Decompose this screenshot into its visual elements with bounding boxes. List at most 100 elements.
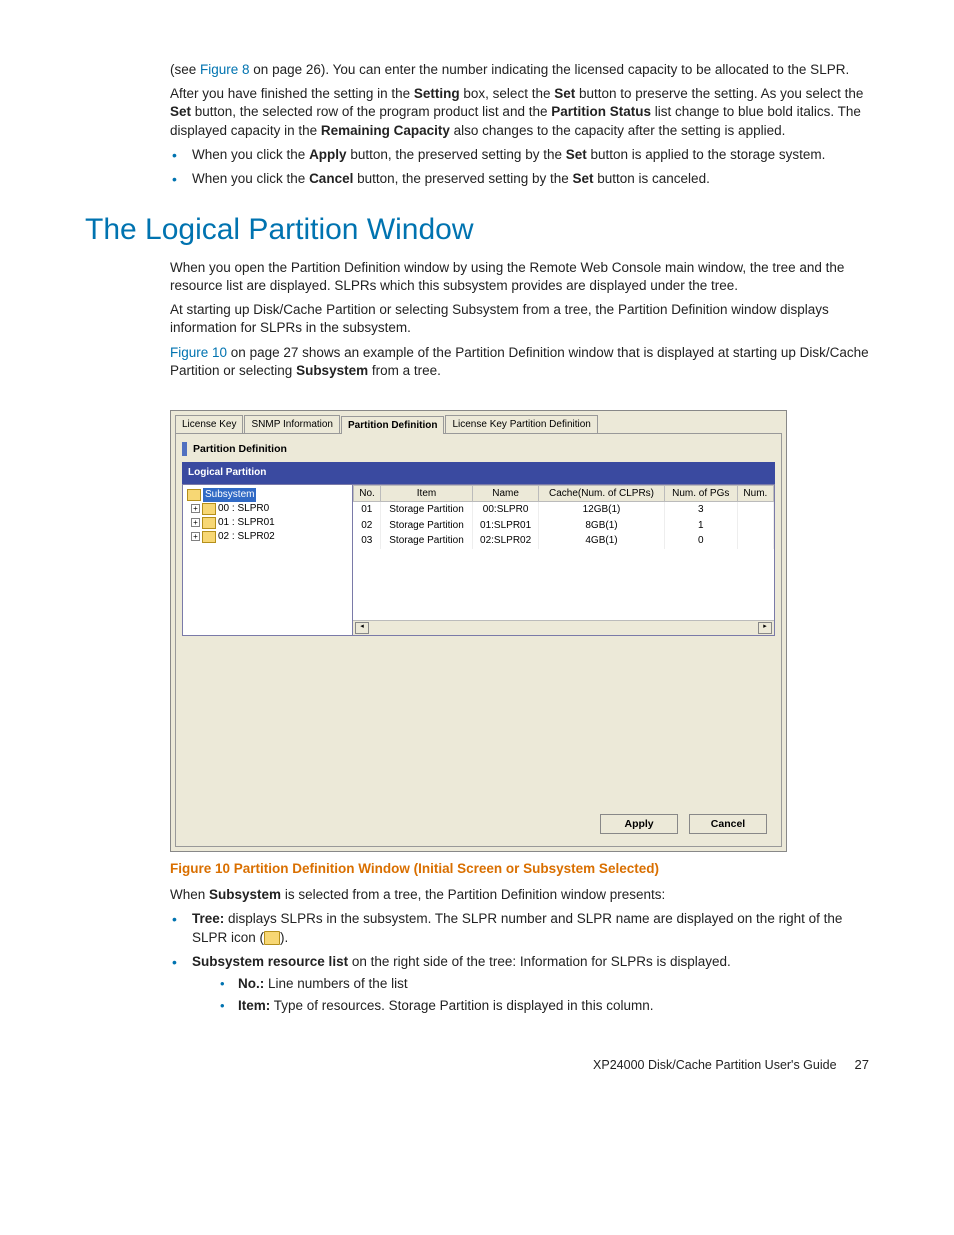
bold-set: Set [566,147,587,162]
text: button to preserve the setting. As you s… [575,86,863,101]
sub-bullet-list: No.: Line numbers of the list Item: Type… [220,975,869,1015]
para-4: When Subsystem is selected from a tree, … [170,886,869,904]
text: Type of resources. Storage Partition is … [270,998,653,1013]
bold-cancel: Cancel [309,171,353,186]
col-name[interactable]: Name [472,485,538,502]
cell: 02 [354,518,381,534]
text: button, the selected row of the program … [191,104,551,119]
expand-icon[interactable]: + [191,504,200,513]
text: on page 27 shows an example of the Parti… [170,345,869,378]
cell: 8GB(1) [539,518,665,534]
page-number: 27 [855,1056,869,1074]
text: on page 26). You can enter the number in… [250,62,850,77]
tree-node-0[interactable]: + 00 : SLPR0 [187,502,348,516]
text: button is applied to the storage system. [587,147,826,162]
tree-node-2[interactable]: + 02 : SLPR02 [187,530,348,544]
bullet-cancel: When you click the Cancel button, the pr… [170,170,869,188]
scroll-right-icon[interactable]: ▸ [758,622,772,634]
bullet-tree: Tree: displays SLPRs in the subsystem. T… [170,910,869,946]
cancel-button[interactable]: Cancel [689,814,767,834]
tab-license-key[interactable]: License Key [175,415,243,433]
tree-node-label: 02 : SLPR02 [218,530,275,544]
bullet-apply: When you click the Apply button, the pre… [170,146,869,164]
bold-no: No.: [238,976,264,991]
table-row[interactable]: 01 Storage Partition 00:SLPR0 12GB(1) 3 [354,502,774,518]
table-row[interactable]: 03 Storage Partition 02:SLPR02 4GB(1) 0 [354,533,774,549]
scroll-left-icon[interactable]: ◂ [355,622,369,634]
tree-node-label: 00 : SLPR0 [218,502,269,516]
bold-partition-status: Partition Status [551,104,651,119]
link-figure-8[interactable]: Figure 8 [200,62,250,77]
text: button is canceled. [594,171,710,186]
col-item[interactable]: Item [381,485,473,502]
button-row: Apply Cancel [182,806,775,836]
bold-srl: Subsystem resource list [192,954,348,969]
apply-button[interactable]: Apply [600,814,678,834]
tree-node-label: 01 : SLPR01 [218,516,275,530]
tree-root-label: Subsystem [203,488,256,502]
cell [737,533,773,549]
text: After you have finished the setting in t… [170,86,414,101]
col-no[interactable]: No. [354,485,381,502]
tabs-row: License Key SNMP Information Partition D… [171,411,786,433]
logical-partition-body: Subsystem + 00 : SLPR0 + 01 : SLPR01 + [182,484,775,636]
bullet-list-bottom: Tree: displays SLPRs in the subsystem. T… [170,910,869,1015]
text: on the right side of the tree: Informati… [348,954,731,969]
table-row[interactable]: 02 Storage Partition 01:SLPR01 8GB(1) 1 [354,518,774,534]
tab-license-key-partition-definition[interactable]: License Key Partition Definition [445,415,597,433]
cell: 4GB(1) [539,533,665,549]
bold-set: Set [170,104,191,119]
bold-item: Item: [238,998,270,1013]
bold-set: Set [572,171,593,186]
tree-panel: Subsystem + 00 : SLPR0 + 01 : SLPR01 + [183,485,353,635]
text: When you click the [192,147,309,162]
expand-icon[interactable]: + [191,532,200,541]
tree-node-1[interactable]: + 01 : SLPR01 [187,516,348,530]
partition-definition-window: License Key SNMP Information Partition D… [170,410,787,852]
slpr-table: No. Item Name Cache(Num. of CLPRs) Num. … [353,485,774,549]
footer-title: XP24000 Disk/Cache Partition User's Guid… [593,1057,836,1074]
expand-icon[interactable]: + [191,518,200,527]
cell: Storage Partition [381,502,473,518]
text: also changes to the capacity after the s… [450,123,785,138]
para-2: At starting up Disk/Cache Partition or s… [170,301,869,337]
cell: 03 [354,533,381,549]
blank-area [182,636,775,806]
bold-subsystem: Subsystem [296,363,368,378]
intro-line2: After you have finished the setting in t… [170,85,869,140]
cell: 1 [664,518,737,534]
col-pgs[interactable]: Num. of PGs [664,485,737,502]
text: button, the preserved setting by the [347,147,566,162]
cell: 0 [664,533,737,549]
cell: 00:SLPR0 [472,502,538,518]
tab-snmp-information[interactable]: SNMP Information [244,415,340,433]
col-num[interactable]: Num. [737,485,773,502]
tab-partition-definition[interactable]: Partition Definition [341,416,444,434]
col-cache[interactable]: Cache(Num. of CLPRs) [539,485,665,502]
folder-icon [202,531,216,543]
text: When [170,887,209,902]
sub-bullet-no: No.: Line numbers of the list [220,975,869,993]
text: displays SLPRs in the subsystem. The SLP… [192,911,842,944]
table-header-row: No. Item Name Cache(Num. of CLPRs) Num. … [354,485,774,502]
cell: 3 [664,502,737,518]
tree-root[interactable]: Subsystem [187,488,348,502]
bold-tree: Tree: [192,911,224,926]
para-1: When you open the Partition Definition w… [170,259,869,295]
inner-panel: Partition Definition Logical Partition S… [175,433,782,847]
link-figure-10[interactable]: Figure 10 [170,345,227,360]
folder-icon [202,503,216,515]
cell: 01 [354,502,381,518]
section-heading: The Logical Partition Window [85,210,869,251]
text: is selected from a tree, the Partition D… [281,887,665,902]
bold-remaining-capacity: Remaining Capacity [321,123,450,138]
text: from a tree. [368,363,441,378]
horizontal-scrollbar[interactable]: ◂ ▸ [353,620,774,635]
para-3: Figure 10 on page 27 shows an example of… [170,344,869,380]
text: ). [280,930,288,945]
bullet-subsystem-resource-list: Subsystem resource list on the right sid… [170,953,869,1016]
cell: 02:SLPR02 [472,533,538,549]
cell [737,518,773,534]
cell: Storage Partition [381,533,473,549]
bullet-list-top: When you click the Apply button, the pre… [170,146,869,188]
